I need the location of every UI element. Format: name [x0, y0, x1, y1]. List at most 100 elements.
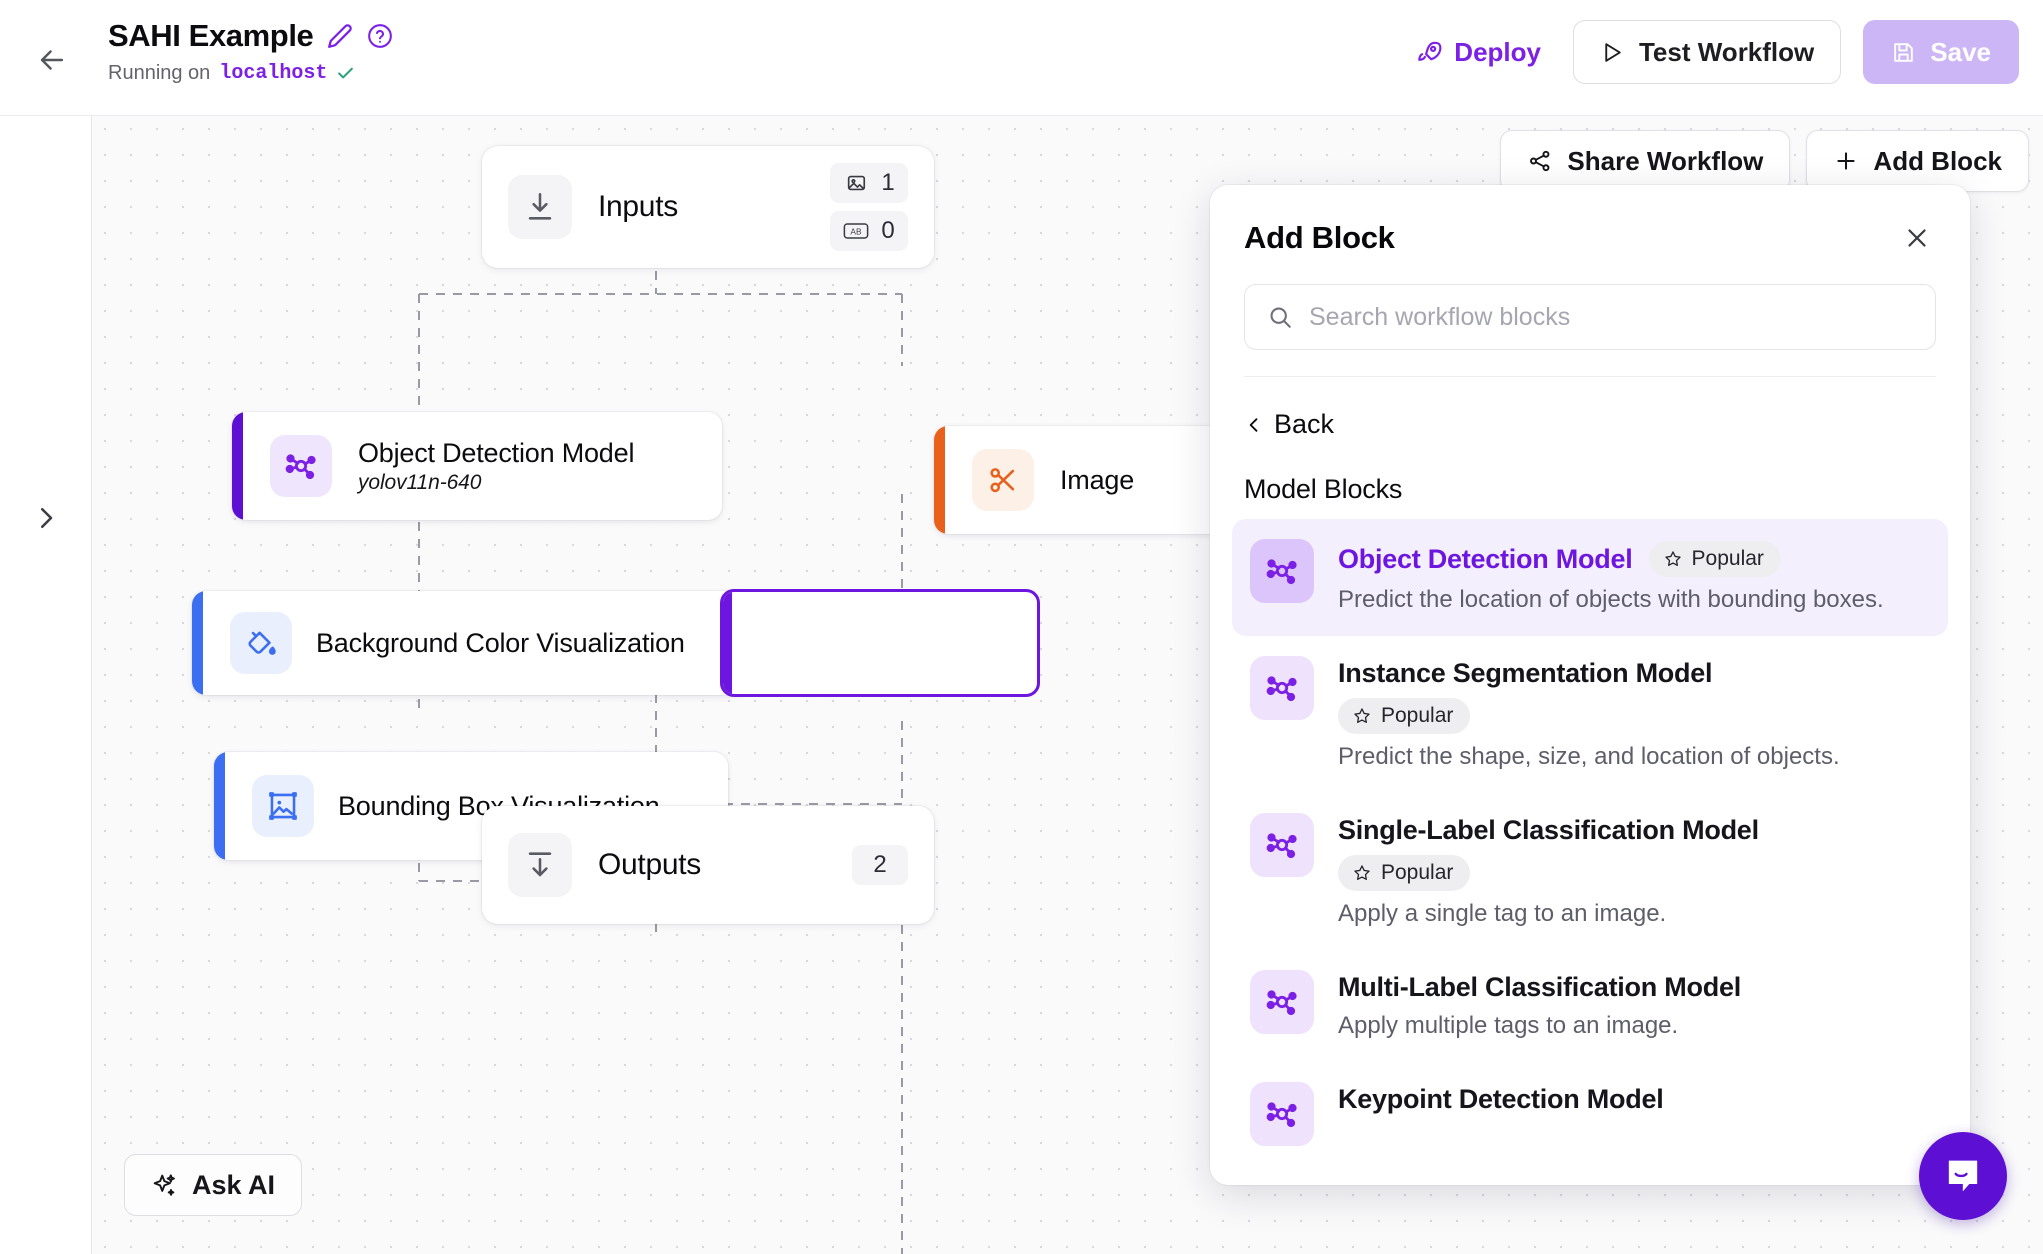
- block-list-item-title-row: Keypoint Detection Model: [1338, 1084, 1930, 1115]
- search-input[interactable]: [1309, 302, 1913, 332]
- chevron-left-icon: [1249, 417, 1258, 432]
- outputs-count: 2: [873, 851, 887, 878]
- node-accent-bar: [232, 412, 243, 520]
- header-actions: Deploy Test Workflow Save: [1406, 20, 2019, 84]
- share-workflow-button[interactable]: Share Workflow: [1500, 130, 1791, 192]
- help-button[interactable]: [367, 23, 393, 49]
- block-list-item-description: Apply multiple tags to an image.: [1338, 1011, 1679, 1039]
- block-list-item-name: Instance Segmentation Model: [1338, 657, 1713, 688]
- search-blocks-field[interactable]: [1244, 284, 1936, 350]
- model-graph-icon-tile: [1250, 655, 1314, 720]
- bounding-box-icon: [269, 792, 297, 820]
- close-panel-button[interactable]: [1898, 219, 1936, 257]
- plus-icon: [1837, 152, 1856, 170]
- save-label: Save: [1930, 36, 1991, 67]
- add-block-panel-header: Add Block: [1210, 185, 1970, 377]
- block-list-item-title-row: Single-Label Classification Model: [1338, 815, 1930, 846]
- block-list-item-content: Object Detection Model Popular Predict the…: [1338, 539, 1930, 616]
- block-list-item[interactable]: Multi-Label Classification Model Apply mu…: [1232, 950, 1948, 1062]
- status-host: localhost: [219, 62, 328, 85]
- node-accent-bar: [192, 591, 203, 695]
- inputs-text-count-chip: AB 0: [830, 211, 908, 251]
- node-outputs[interactable]: Outputs 2: [482, 806, 934, 924]
- block-list-item[interactable]: Instance Segmentation Model Popular Predic…: [1232, 636, 1948, 793]
- image-icon: [848, 175, 866, 191]
- block-list-item-content: Instance Segmentation Model Popular Predic…: [1338, 656, 1930, 773]
- block-list-item[interactable]: Single-Label Classification Model Popular…: [1232, 793, 1948, 950]
- model-graph-icon-tile: [1250, 812, 1314, 877]
- node-object-detection-model[interactable]: Object Detection Model yolov11n-640: [232, 412, 722, 520]
- download-input-icon: [528, 192, 552, 220]
- model-graph-icon: [1266, 1101, 1297, 1127]
- block-list-item-content: Single-Label Classification Model Popular…: [1338, 813, 1930, 930]
- status-line: Running on localhost: [108, 62, 393, 85]
- model-graph-icon-tile: [1250, 1081, 1314, 1146]
- star-icon: [1664, 551, 1681, 566]
- popular-badge-label: Popular: [1381, 860, 1454, 884]
- download-input-icon-tile: [508, 175, 572, 239]
- check-icon: [338, 67, 354, 79]
- inputs-counters: 1 AB 0: [830, 163, 908, 251]
- sparkles-icon: [153, 1173, 175, 1196]
- popular-badge-label: Popular: [1381, 703, 1454, 727]
- test-workflow-button[interactable]: Test Workflow: [1572, 20, 1842, 84]
- ask-ai-button[interactable]: Ask AI: [124, 1154, 303, 1216]
- app-header: SAHI Example Running on localhost Deploy…: [0, 0, 2043, 116]
- node-accent-bar: [214, 752, 225, 860]
- deploy-button[interactable]: Deploy: [1406, 29, 1551, 76]
- chevron-right-icon: [41, 508, 53, 528]
- model-graph-icon-tile: [1250, 969, 1314, 1034]
- block-list-item-title-row: Instance Segmentation Model: [1338, 658, 1930, 689]
- expand-sidebar-button[interactable]: [24, 496, 68, 540]
- block-list-item[interactable]: Keypoint Detection Model: [1232, 1062, 1948, 1166]
- popular-badge-label: Popular: [1691, 547, 1764, 570]
- model-graph-icon-tile: [270, 435, 332, 497]
- node-background-color-visualization[interactable]: Background Color Visualization: [192, 591, 748, 695]
- panel-section-title: Model Blocks: [1244, 474, 1403, 504]
- floppy-disk-icon: [1894, 42, 1914, 62]
- add-block-panel-body[interactable]: Back Model Blocks Object Detection Model…: [1210, 377, 1970, 1185]
- workflow-title-block: SAHI Example Running on localhost: [108, 14, 393, 85]
- popular-badge-row: Popular: [1338, 689, 1930, 734]
- model-graph-icon: [1266, 676, 1297, 702]
- svg-text:AB: AB: [851, 226, 863, 236]
- block-list-item-description: Predict the location of objects with bou…: [1338, 586, 1884, 613]
- upload-output-icon-tile: [508, 833, 572, 897]
- block-list-item-name: Object Detection Model: [1338, 543, 1633, 574]
- upload-output-icon: [528, 852, 552, 877]
- node-image-slicer-label: Image: [1060, 464, 1135, 495]
- block-list-item[interactable]: Object Detection Model Popular Predict the…: [1232, 519, 1948, 636]
- popular-badge: Popular: [1338, 854, 1471, 891]
- status-prefix: Running on: [108, 62, 211, 84]
- share-nodes-icon: [1530, 150, 1550, 172]
- block-list-item-name: Single-Label Classification Model: [1338, 814, 1759, 845]
- pencil-icon: [328, 24, 353, 48]
- model-graph-icon: [1266, 990, 1297, 1015]
- block-list-item-title-row: Multi-Label Classification Model: [1338, 972, 1930, 1003]
- edit-title-button[interactable]: [327, 23, 353, 49]
- scissors-icon: [990, 468, 1015, 493]
- back-button[interactable]: [30, 38, 74, 82]
- inputs-text-count: 0: [881, 217, 895, 244]
- node-inputs-label: Inputs: [598, 190, 678, 223]
- ask-ai-label: Ask AI: [192, 1169, 276, 1200]
- inputs-image-count: 1: [881, 169, 895, 196]
- support-chat-button[interactable]: [1919, 1132, 2007, 1220]
- arrow-left-icon: [40, 50, 64, 70]
- star-icon: [1354, 865, 1370, 880]
- panel-back-button[interactable]: Back: [1232, 403, 1948, 440]
- left-rail: [0, 116, 92, 1254]
- share-workflow-label: Share Workflow: [1567, 145, 1764, 176]
- node-inputs[interactable]: Inputs 1 AB 0: [482, 146, 934, 268]
- rocket-icon: [1418, 41, 1442, 61]
- save-button[interactable]: Save: [1863, 20, 2019, 84]
- close-icon: [1908, 229, 1926, 247]
- block-list-item-description: Apply a single tag to an image.: [1338, 899, 1667, 927]
- bounding-box-icon-tile: [252, 775, 314, 837]
- node-selected-empty[interactable]: [720, 589, 1040, 697]
- model-graph-icon: [1266, 559, 1297, 585]
- block-list: Object Detection Model Popular Predict the…: [1232, 519, 1948, 1166]
- model-graph-icon: [1266, 833, 1297, 858]
- add-block-button[interactable]: Add Block: [1806, 130, 2029, 192]
- deploy-label: Deploy: [1454, 36, 1541, 67]
